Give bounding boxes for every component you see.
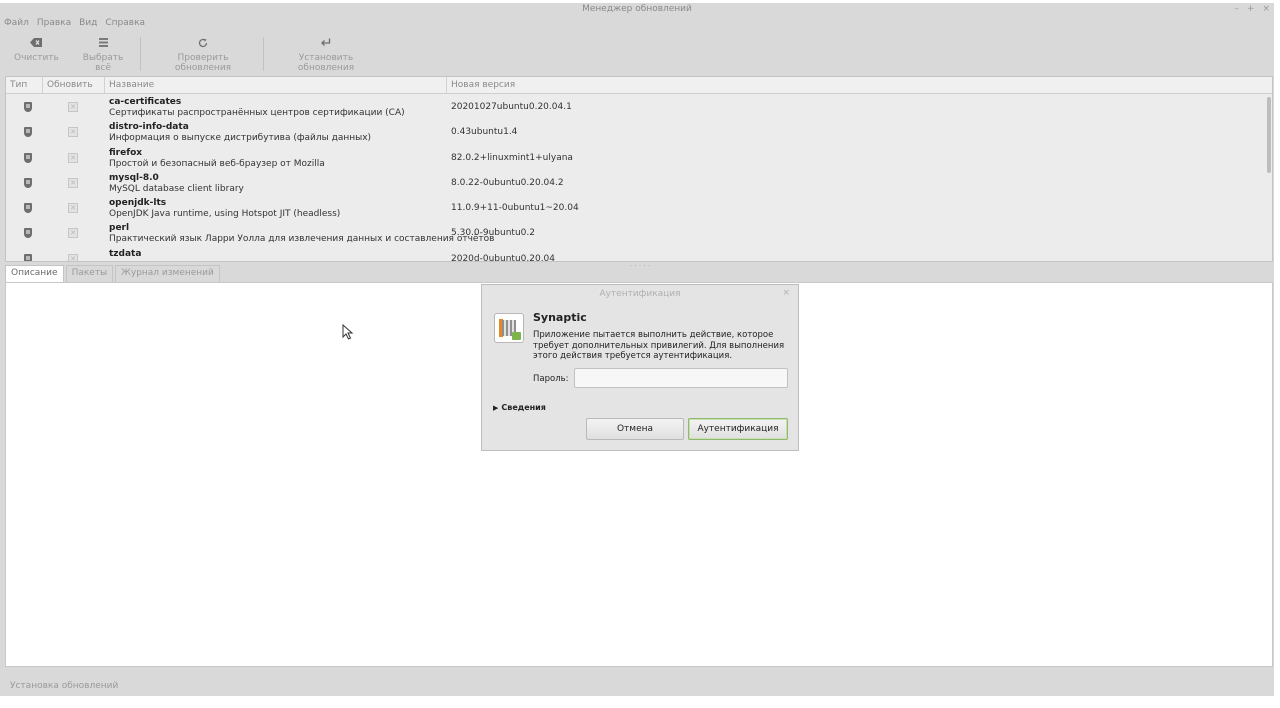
select-all-icon (74, 38, 132, 52)
triangle-right-icon: ▶ (493, 404, 499, 412)
minimize-button[interactable]: – (1234, 4, 1239, 14)
package-description: Простой и безопасный веб-браузер от Mozi… (109, 158, 325, 169)
table-header: Тип Обновить Название Новая версия (6, 77, 1272, 94)
update-checkbox[interactable]: ✕ (68, 228, 78, 239)
shield-icon (24, 177, 32, 188)
package-description: Практический язык Ларри Уолла для извлеч… (109, 234, 495, 245)
table-row[interactable]: ✕ perl Практический язык Ларри Уолла для… (6, 221, 1268, 246)
synaptic-icon (494, 313, 524, 343)
menu-file[interactable]: Файл (4, 18, 29, 28)
cancel-button[interactable]: Отмена (586, 418, 684, 440)
mouse-cursor-icon (342, 324, 354, 340)
column-name[interactable]: Название (105, 77, 447, 94)
dialog-heading: Synaptic (533, 311, 587, 324)
package-version: 5.30.0-9ubuntu0.2 (451, 228, 535, 239)
shield-icon (24, 127, 32, 138)
table-row[interactable]: ✕ mysql-8.0 MySQL database client librar… (6, 171, 1268, 196)
update-checkbox[interactable]: ✕ (68, 127, 78, 138)
update-checkbox[interactable]: ✕ (68, 102, 78, 112)
eraser-icon (14, 38, 58, 52)
install-icon (272, 38, 380, 52)
shield-icon (24, 203, 32, 214)
package-version: 2020d-0ubuntu0.20.04 (451, 253, 556, 262)
close-button[interactable]: × (1262, 4, 1270, 14)
package-description: OpenJDK Java runtime, using Hotspot JIT … (109, 209, 341, 220)
table-scrollbar[interactable] (1267, 97, 1271, 173)
dialog-title: Аутентификация (599, 289, 681, 299)
menu-view[interactable]: Вид (79, 18, 97, 28)
shield-icon (24, 253, 32, 261)
titlebar[interactable]: Менеджер обновлений – + × (0, 3, 1274, 16)
package-description: Информация о выпуске дистрибутива (файлы… (109, 133, 372, 144)
tab-description[interactable]: Описание (5, 265, 64, 283)
table-body: ✕ ca-certificates Сертификаты распростра… (6, 95, 1268, 262)
package-name: openjdk-lts (109, 198, 167, 209)
table-row[interactable]: ✕ ca-certificates Сертификаты распростра… (6, 95, 1268, 120)
column-type[interactable]: Тип (6, 77, 43, 94)
column-new-version[interactable]: Новая версия (447, 77, 1272, 94)
password-input[interactable] (574, 368, 788, 388)
table-row[interactable]: ✕ firefox Простой и безопасный веб-брауз… (6, 146, 1268, 171)
toolbar-separator (140, 37, 141, 71)
shield-icon (24, 152, 32, 163)
table-row[interactable]: ✕ distro-info-data Информация о выпуске … (6, 120, 1268, 145)
tab-changelog[interactable]: Журнал изменений (115, 265, 220, 282)
package-version: 11.0.9+11-0ubuntu1~20.04 (451, 203, 579, 214)
toolbar: Очистить Выбрать всё Проверить обновлени… (0, 34, 1274, 74)
package-name: ca-certificates (109, 97, 182, 107)
authentication-dialog: Аутентификация × Synaptic Приложение пыт… (481, 284, 799, 451)
menubar: Файл Правка Вид Справка (4, 18, 145, 28)
details-expander[interactable]: ▶ Сведения (493, 403, 546, 412)
install-updates-button[interactable]: Установить обновления (272, 38, 380, 73)
select-all-button[interactable]: Выбрать всё (74, 38, 132, 73)
table-row[interactable]: ✕ tzdata 2020d-0ubuntu0.20.04 (6, 247, 1268, 262)
package-name: perl (109, 223, 130, 234)
authenticate-button[interactable]: Аутентификация (688, 418, 788, 440)
shield-icon (24, 228, 32, 239)
toolbar-separator (263, 37, 264, 71)
update-checkbox[interactable]: ✕ (68, 203, 78, 214)
package-version: 82.0.2+linuxmint1+ulyana (451, 152, 573, 163)
menu-edit[interactable]: Правка (37, 18, 71, 28)
status-bar: Установка обновлений (10, 681, 119, 691)
pane-resize-handle[interactable]: · · · · · (630, 262, 650, 270)
package-name: tzdata (109, 248, 142, 259)
updates-table: Тип Обновить Название Новая версия ✕ ca-… (5, 76, 1273, 262)
clear-button[interactable]: Очистить (14, 38, 59, 63)
package-version: 0.43ubuntu1.4 (451, 127, 518, 138)
package-name: distro-info-data (109, 122, 189, 133)
dialog-message: Приложение пытается выполнить действие, … (533, 330, 785, 361)
column-update[interactable]: Обновить (43, 77, 105, 94)
package-name: mysql-8.0 (109, 172, 159, 183)
password-label: Пароль: (533, 374, 569, 384)
table-row[interactable]: ✕ openjdk-lts OpenJDK Java runtime, usin… (6, 196, 1268, 221)
window-title: Менеджер обновлений (582, 4, 692, 14)
details-tabs: Описание Пакеты Журнал изменений (5, 265, 220, 283)
update-checkbox[interactable]: ✕ (68, 253, 78, 261)
package-version: 8.0.22-0ubuntu0.20.04.2 (451, 177, 564, 188)
window-controls: – + × (1234, 4, 1270, 14)
shield-icon (24, 102, 32, 112)
maximize-button[interactable]: + (1247, 4, 1255, 14)
menu-help[interactable]: Справка (105, 18, 145, 28)
package-description: Сертификаты распространённых центров сер… (109, 108, 405, 118)
package-name: firefox (109, 147, 143, 158)
dialog-close-button[interactable]: × (782, 288, 790, 298)
update-checkbox[interactable]: ✕ (68, 152, 78, 163)
tab-packages[interactable]: Пакеты (65, 265, 114, 282)
update-checkbox[interactable]: ✕ (68, 177, 78, 188)
package-version: 20201027ubuntu0.20.04.1 (451, 102, 572, 112)
refresh-icon (150, 38, 256, 52)
check-updates-button[interactable]: Проверить обновления (150, 38, 256, 73)
package-description: MySQL database client library (109, 183, 244, 194)
